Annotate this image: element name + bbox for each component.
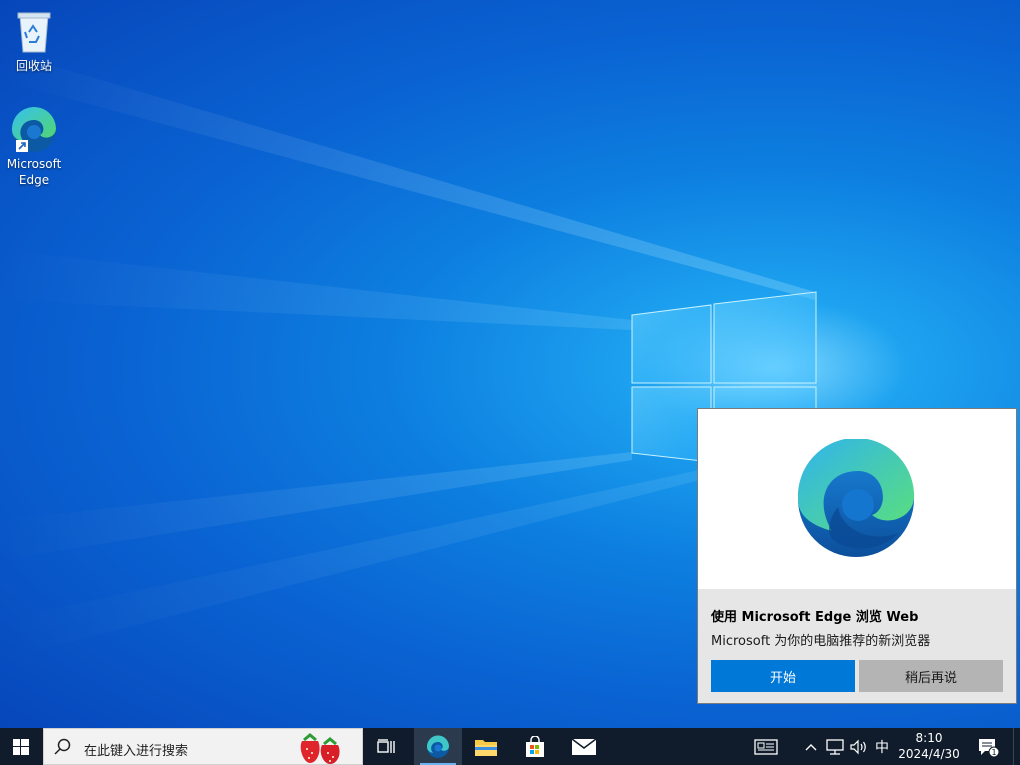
clock[interactable]: 8:10 2024/4/30 — [896, 730, 962, 762]
toast-title: 使用 Microsoft Edge 浏览 Web — [711, 610, 919, 625]
mail-icon — [571, 737, 597, 755]
windows-logo-icon — [13, 738, 29, 755]
strawberry-icon — [300, 733, 340, 764]
notification-count: 1 — [991, 748, 996, 757]
folder-icon — [475, 739, 497, 756]
news-icon — [754, 738, 778, 755]
ime-indicator[interactable]: 中 — [872, 728, 892, 765]
shortcut-arrow-icon — [16, 140, 28, 152]
edge-promo-toast: 使用 Microsoft Edge 浏览 Web Microsoft 为你的电脑… — [697, 408, 1017, 704]
later-button[interactable]: 稍后再说 — [859, 660, 1003, 692]
taskbar-mail-button[interactable] — [560, 728, 608, 765]
clock-time: 8:10 — [915, 731, 943, 745]
start-menu-button[interactable] — [0, 728, 42, 765]
store-bag-icon — [526, 735, 544, 757]
taskbar-file-explorer-button[interactable] — [462, 728, 510, 765]
edge-logo-icon — [798, 439, 915, 557]
recycle-bin-label: 回收站 — [15, 59, 52, 73]
chevron-up-icon — [805, 743, 817, 750]
task-view-button[interactable] — [363, 728, 411, 765]
news-widget-button[interactable] — [748, 728, 784, 765]
recycle-bin-desktop-icon[interactable]: 回收站 — [2, 8, 66, 74]
edge-desktop-icon[interactable]: Microsoft Edge — [2, 106, 66, 188]
volume-button[interactable] — [848, 728, 870, 765]
network-button[interactable] — [824, 728, 846, 765]
taskbar: 在此键入进行搜索 中 8:10 2024/4/30 1 — [0, 728, 1020, 765]
network-icon — [826, 738, 844, 755]
taskbar-store-button[interactable] — [511, 728, 559, 765]
desktop: 回收站 Microsoft Edge 使用 Microsoft Edge 浏览 … — [0, 0, 1020, 728]
action-center-button[interactable]: 1 — [970, 728, 1006, 765]
task-view-icon — [377, 738, 395, 753]
search-icon — [54, 738, 71, 755]
notification-icon: 1 — [979, 738, 999, 757]
search-box[interactable]: 在此键入进行搜索 — [43, 728, 363, 765]
speaker-icon — [850, 739, 866, 754]
edge-icon — [10, 106, 58, 154]
toast-hero-image — [698, 409, 1016, 589]
edge-icon — [426, 734, 449, 758]
clock-date: 2024/4/30 — [898, 747, 960, 761]
toast-body: Microsoft 为你的电脑推荐的新浏览器 — [711, 634, 931, 649]
recycle-bin-icon — [10, 8, 58, 56]
show-desktop-button[interactable] — [1013, 728, 1020, 765]
taskbar-edge-button[interactable] — [414, 728, 462, 765]
show-hidden-icons-button[interactable] — [802, 728, 820, 765]
search-placeholder: 在此键入进行搜索 — [84, 744, 189, 759]
start-button[interactable]: 开始 — [711, 660, 855, 692]
edge-label: Microsoft Edge — [6, 157, 62, 187]
